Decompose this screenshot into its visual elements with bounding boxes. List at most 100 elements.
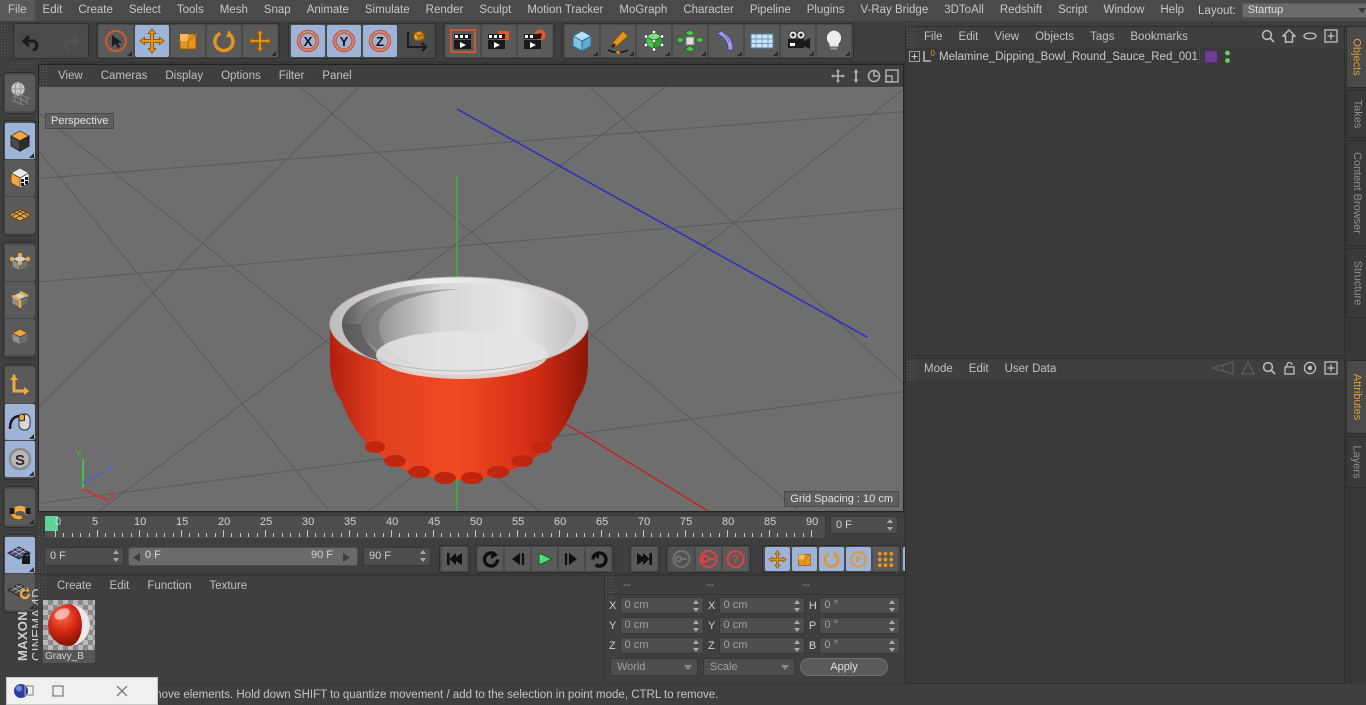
- history-back-icon[interactable]: [1211, 361, 1234, 378]
- menu-item-function[interactable]: Function: [138, 576, 200, 596]
- menu-item-snap[interactable]: Snap: [256, 0, 299, 21]
- pen-spline-icon[interactable]: [601, 25, 636, 57]
- material-item[interactable]: Gravy_B: [43, 600, 95, 664]
- menu-item-tags[interactable]: Tags: [1082, 27, 1122, 48]
- coord-field-rotation-h[interactable]: 0 °: [819, 597, 901, 614]
- attributes-body[interactable]: [906, 380, 1344, 683]
- stepper-icon[interactable]: [692, 620, 700, 632]
- menu-item-help[interactable]: Help: [1152, 0, 1192, 21]
- pan-icon[interactable]: [830, 68, 845, 83]
- coordinate-mode-dropdown[interactable]: Scale: [703, 658, 795, 676]
- menu-item-motion-tracker[interactable]: Motion Tracker: [519, 0, 611, 21]
- points-cube-icon[interactable]: [5, 245, 35, 281]
- menu-item-bookmarks[interactable]: Bookmarks: [1122, 27, 1196, 48]
- bend-deformer-icon[interactable]: [709, 25, 744, 57]
- step-back-button[interactable]: [505, 547, 530, 571]
- menu-item-options[interactable]: Options: [212, 65, 270, 87]
- stepper-icon[interactable]: [793, 600, 801, 612]
- record-points-button[interactable]: [873, 547, 898, 571]
- ellipse-icon[interactable]: [1303, 31, 1317, 44]
- y-axis-icon[interactable]: Y: [326, 25, 361, 57]
- move-axis-button[interactable]: [243, 25, 278, 57]
- material-preview[interactable]: [43, 600, 95, 650]
- expand-plus-icon[interactable]: [909, 51, 920, 62]
- object-row[interactable]: 0 Melamine_Dipping_Bowl_Round_Sauce_Red_…: [906, 48, 1344, 65]
- menu-item-display[interactable]: Display: [156, 65, 212, 87]
- menu-item-tools[interactable]: Tools: [169, 0, 212, 21]
- previous-key-button[interactable]: [478, 547, 503, 571]
- menu-item-3dtoall[interactable]: 3DToAll: [936, 0, 992, 21]
- record-scale-button[interactable]: [792, 547, 817, 571]
- floor-grid-icon[interactable]: [745, 25, 780, 57]
- question-red-icon[interactable]: ?: [723, 547, 748, 571]
- tab-takes[interactable]: Takes: [1346, 90, 1366, 138]
- redo-button[interactable]: [52, 25, 87, 57]
- maximize-viewport-icon[interactable]: [884, 68, 899, 83]
- menu-item-pipeline[interactable]: Pipeline: [742, 0, 799, 21]
- polygons-cube-icon[interactable]: [5, 319, 35, 355]
- menu-item-filter[interactable]: Filter: [270, 65, 314, 87]
- layout-dropdown[interactable]: Startup: [1241, 3, 1366, 18]
- stepper-icon[interactable]: [889, 620, 896, 632]
- history-forward-icon[interactable]: [1241, 360, 1255, 378]
- menu-item-objects[interactable]: Objects: [1027, 27, 1082, 48]
- timeline-current-frame-field[interactable]: 0 F: [830, 516, 898, 534]
- generator-green-icon[interactable]: [637, 25, 672, 57]
- stepper-icon[interactable]: [793, 640, 801, 652]
- cube-blue-icon[interactable]: [565, 25, 600, 57]
- menu-item-panel[interactable]: Panel: [313, 65, 360, 87]
- loop-button[interactable]: [586, 547, 611, 571]
- stepper-icon[interactable]: [793, 620, 801, 632]
- go-to-start-button[interactable]: [442, 547, 467, 571]
- material-tag-icon[interactable]: [1204, 50, 1218, 63]
- coord-field-size-y[interactable]: 0 cm: [718, 617, 805, 634]
- plus-box-icon[interactable]: [1324, 29, 1338, 46]
- step-forward-button[interactable]: [559, 547, 584, 571]
- menu-item-redshift[interactable]: Redshift: [992, 0, 1050, 21]
- render-picture-icon[interactable]: [481, 25, 516, 57]
- menu-item-texture[interactable]: Texture: [200, 576, 256, 596]
- stepper-icon[interactable]: [889, 640, 896, 652]
- light-bulb-icon[interactable]: [817, 25, 852, 57]
- render-settings-icon[interactable]: [517, 25, 552, 57]
- menu-item-mograph[interactable]: MoGraph: [611, 0, 675, 21]
- menu-item-animate[interactable]: Animate: [299, 0, 357, 21]
- coord-field-rotation-p[interactable]: 0 °: [819, 617, 901, 634]
- orbit-icon[interactable]: [866, 68, 881, 83]
- menu-item-mode[interactable]: Mode: [916, 359, 961, 380]
- timeline-ruler[interactable]: 0 5 10 15 20 25 30 35 40 45 50 55 60 65 70 75 80 85 90: [44, 515, 826, 539]
- menu-item-mesh[interactable]: Mesh: [212, 0, 256, 21]
- plus-box-icon[interactable]: [1324, 361, 1338, 378]
- menu-item-edit[interactable]: Edit: [951, 27, 987, 48]
- stepper-icon[interactable]: [889, 600, 896, 612]
- cube-orange-icon[interactable]: [5, 123, 35, 159]
- left-palette-grip[interactable]: [6, 62, 32, 69]
- play-button[interactable]: [532, 547, 557, 571]
- menu-item-character[interactable]: Character: [675, 0, 742, 21]
- tab-structure[interactable]: Structure: [1346, 248, 1366, 318]
- world-coord-icon[interactable]: [398, 25, 433, 57]
- coord-field-size-z[interactable]: 0 cm: [718, 637, 805, 654]
- move-tool-button[interactable]: [135, 25, 170, 57]
- maximize-icon[interactable]: [75, 677, 105, 705]
- app-orb-icon[interactable]: [7, 677, 41, 705]
- coord-field-position-z[interactable]: 0 cm: [619, 637, 704, 654]
- tab-layers[interactable]: Layers: [1346, 436, 1366, 488]
- end-frame-field[interactable]: 90 F: [363, 547, 431, 566]
- coord-field-size-x[interactable]: 0 cm: [718, 597, 805, 614]
- menu-item-v-ray-bridge[interactable]: V-Ray Bridge: [852, 0, 936, 21]
- menu-item-simulate[interactable]: Simulate: [357, 0, 418, 21]
- search-icon[interactable]: [1262, 361, 1276, 378]
- toolbar-grip[interactable]: [0, 24, 10, 58]
- record-red-icon[interactable]: [696, 547, 721, 571]
- stepper-icon[interactable]: [692, 600, 700, 612]
- cube-checker-icon[interactable]: [5, 160, 35, 196]
- z-axis-icon[interactable]: Z: [362, 25, 397, 57]
- coordinate-system-dropdown[interactable]: World: [610, 658, 698, 676]
- menu-item-window[interactable]: Window: [1095, 0, 1152, 21]
- live-selection-button[interactable]: [99, 25, 134, 57]
- viewport-canvas[interactable]: Perspective Grid Spacing : 10 cm Y X Z: [39, 87, 903, 511]
- overlay-window[interactable]: [6, 677, 158, 705]
- menu-item-view[interactable]: View: [49, 65, 92, 87]
- menu-item-sculpt[interactable]: Sculpt: [471, 0, 519, 21]
